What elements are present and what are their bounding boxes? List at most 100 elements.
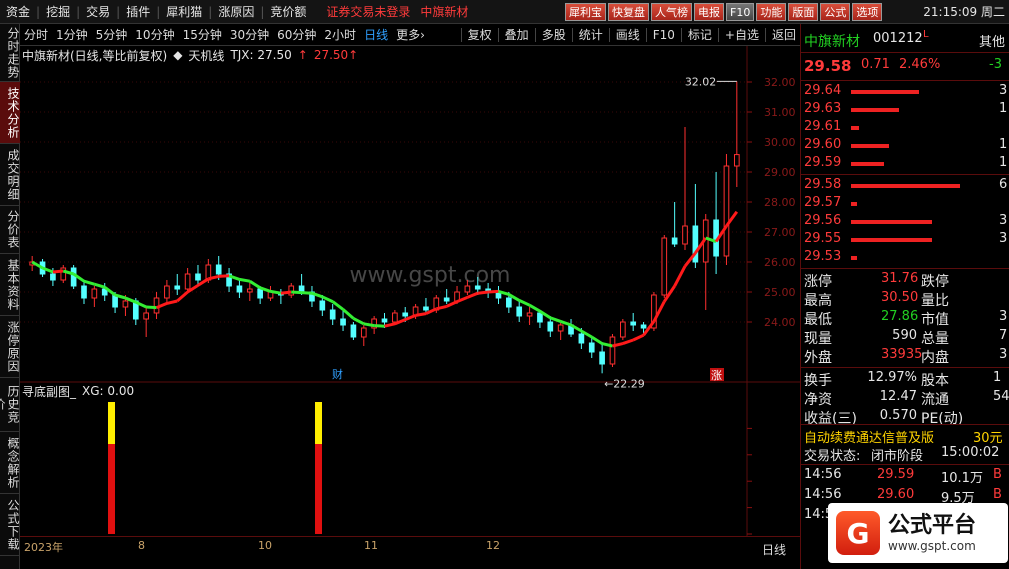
candle-body [578, 333, 585, 344]
period-60min[interactable]: 60分钟 [273, 24, 320, 46]
bid-price[interactable]: 29.56 [804, 213, 841, 228]
date-label: 11 [364, 539, 378, 552]
logo-mark-icon: G [836, 511, 880, 555]
panel-flag: L [923, 29, 929, 40]
candle-body [640, 324, 647, 329]
limit-up-marker: 涨 [711, 369, 722, 382]
chevron-icon[interactable]: ◆ [173, 48, 182, 62]
options-button[interactable]: 选项 [852, 3, 883, 21]
menu-item-trade[interactable]: 交易 [80, 0, 116, 24]
tjx-line-segment [166, 299, 178, 305]
bid-price[interactable]: 29.57 [804, 195, 841, 210]
tab-trades[interactable]: 成交明细 [0, 144, 20, 206]
bid-volume: 3 [999, 231, 1008, 246]
menu-item-funds[interactable]: 资金 [0, 0, 36, 24]
stat-value: 33935 [881, 347, 923, 362]
f10-link[interactable]: F10 [649, 24, 679, 46]
ask-price[interactable]: 29.61 [804, 119, 841, 134]
candlestick-chart[interactable]: 32.00 31.00 30.00 29.00 28.00 27.00 26.00 25.00… [20, 46, 800, 536]
tick-flag: B [993, 487, 1002, 502]
stat-value: 590 [892, 328, 917, 343]
candle-body [682, 225, 688, 245]
y-tick-label: 30.00 [764, 136, 796, 149]
tab-history-auction[interactable]: 历史竞价 [0, 378, 20, 432]
stat-label-2: 总量 [921, 331, 949, 347]
tab-intraday[interactable]: 分时走势 [0, 24, 20, 82]
promo-text[interactable]: 自动续费通达信普及版 [804, 427, 934, 446]
candle-body [164, 285, 170, 299]
ask-price[interactable]: 29.63 [804, 101, 841, 116]
f10-button[interactable]: F10 [726, 3, 755, 21]
layout-button[interactable]: 版面 [788, 3, 819, 21]
period-5min[interactable]: 5分钟 [92, 24, 132, 46]
finance-marker: 财 [332, 367, 343, 381]
tjx-line-segment [280, 290, 292, 295]
menu-item-xilimao[interactable]: 犀利猫 [160, 0, 208, 24]
candle-body [381, 318, 388, 323]
ask-volume-bar [851, 144, 889, 148]
menu-item-plugins[interactable]: 插件 [120, 0, 156, 24]
tjx-line-segment [560, 319, 572, 327]
tab-formula-download[interactable]: 公式下载 [0, 494, 20, 556]
add-watchlist-button[interactable]: +自选 [721, 24, 763, 46]
period-more[interactable]: 更多› [392, 24, 429, 46]
ask-volume: 1 [999, 101, 1008, 116]
tick-volume: 10.1万 [941, 471, 983, 486]
sub-indicator-name[interactable]: 寻底副图_ [22, 383, 76, 400]
back-button[interactable]: 返回 [768, 24, 800, 46]
trade-status: 闭市阶段 [871, 449, 924, 464]
tab-limit-reason[interactable]: 涨停原因 [0, 316, 20, 378]
stat-label: 外盘 [804, 350, 832, 366]
period-10min[interactable]: 10分钟 [131, 24, 178, 46]
bid-price[interactable]: 29.53 [804, 249, 841, 264]
tab-fundamentals[interactable]: 基本资料 [0, 254, 20, 316]
bid-price[interactable]: 29.55 [804, 231, 841, 246]
draw-line-button[interactable]: 画线 [612, 24, 644, 46]
tjx-line-segment [477, 290, 489, 295]
mark-button[interactable]: 标记 [684, 24, 716, 46]
stat-label-2: 流通 [921, 392, 949, 408]
stat-value: 0.570 [879, 408, 917, 423]
tjx-line-segment [301, 291, 313, 295]
ask-price[interactable]: 29.60 [804, 137, 841, 152]
period-15min[interactable]: 15分钟 [179, 24, 226, 46]
bid-volume-bar [851, 220, 932, 224]
ask-volume: 1 [999, 155, 1008, 170]
restore-rights-button[interactable]: 复权 [464, 24, 496, 46]
price-change-pct: 2.46% [899, 57, 941, 72]
candle-body [257, 288, 263, 299]
menu-item-limit-reason[interactable]: 涨原因 [212, 0, 260, 24]
period-30min[interactable]: 30分钟 [226, 24, 273, 46]
period-2hour[interactable]: 2小时 [320, 24, 360, 46]
multi-stock-button[interactable]: 多股 [538, 24, 570, 46]
period-daily[interactable]: 日线 [360, 24, 392, 46]
period-intraday[interactable]: 分时 [20, 24, 52, 46]
ask-price[interactable]: 29.64 [804, 83, 841, 98]
quote-panel: 中旗新材 001212 L 其他 29.58 0.71 2.46% -3 29.… [800, 24, 1009, 569]
popularity-button[interactable]: 人气榜 [651, 3, 692, 21]
tab-price-table[interactable]: 分价表 [0, 206, 20, 254]
login-status[interactable]: 证券交易未登录 [326, 3, 410, 20]
indicator-name[interactable]: 天机线 [188, 47, 224, 64]
xilibao-button[interactable]: 犀利宝 [565, 3, 606, 21]
overlay-button[interactable]: 叠加 [501, 24, 533, 46]
quick-review-button[interactable]: 快复盘 [608, 3, 649, 21]
trade-status-label: 交易状态: [804, 449, 861, 464]
function-button[interactable]: 功能 [756, 3, 787, 21]
ask-price[interactable]: 29.59 [804, 155, 841, 170]
clock: 21:15:09 周二 [923, 5, 1005, 19]
bid-price[interactable]: 29.58 [804, 177, 841, 192]
statistics-button[interactable]: 统计 [575, 24, 607, 46]
tjx-arrow: ↑ [297, 48, 308, 62]
menu-item-auction[interactable]: 竞价额 [264, 0, 312, 24]
tab-technical[interactable]: 技术分析 [0, 82, 20, 144]
formula-button[interactable]: 公式 [820, 3, 851, 21]
sub-chart-header: 寻底副图_ XG: 0.00 [22, 383, 134, 399]
stat-value: 31.76 [881, 271, 919, 286]
telegraph-button[interactable]: 电报 [694, 3, 724, 21]
tab-concept[interactable]: 概念解析 [0, 432, 20, 494]
menu-item-mining[interactable]: 挖掘 [40, 0, 76, 24]
period-1min[interactable]: 1分钟 [52, 24, 92, 46]
more-link[interactable]: 其他 [979, 31, 1005, 50]
logo-url: www.gspt.com [888, 539, 976, 553]
